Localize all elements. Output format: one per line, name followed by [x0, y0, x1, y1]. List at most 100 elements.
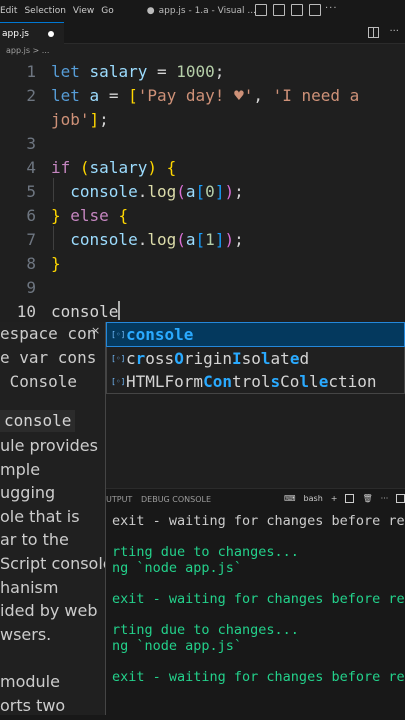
code-line[interactable]: 3	[0, 132, 405, 156]
suggestion-item[interactable]: [◦] console	[106, 322, 405, 347]
editor-actions: ···	[368, 27, 399, 38]
code-token: (	[176, 182, 186, 201]
code-token: }	[51, 254, 61, 273]
code-token: ]	[89, 110, 100, 129]
code-token: console	[70, 182, 138, 201]
code-token: 'I need a	[272, 86, 360, 105]
close-icon[interactable]: ×	[91, 324, 100, 337]
more-actions-icon[interactable]: ···	[389, 27, 399, 38]
customize-layout-icon[interactable]	[309, 4, 321, 16]
terminal-line: exit - waiting for changes before rest	[112, 669, 405, 685]
terminal-line: ng `node app.js`	[112, 559, 243, 576]
suggestion-item[interactable]: [◦] HTMLFormControlsCollection	[107, 370, 404, 393]
code-token: 1000	[176, 62, 215, 81]
suggestion-label-part: r	[135, 348, 146, 368]
suggestion-label-part: s	[270, 372, 281, 391]
tab-app-js[interactable]: app.js	[0, 22, 64, 44]
suggestion-item[interactable]: [◦] crossOriginIsolated	[107, 347, 404, 370]
suggestion-label: HTMLFormControlsCollection	[126, 370, 377, 393]
split-terminal-icon[interactable]	[345, 494, 355, 503]
more-icon[interactable]: ···	[325, 3, 338, 14]
terminal-icon: ⌨	[284, 494, 296, 503]
details-signature-line: e var cons	[0, 348, 97, 367]
code-text: console	[51, 300, 121, 324]
code-token: salary	[89, 158, 148, 177]
suggestion-label: console	[126, 323, 193, 346]
code-token: ;	[234, 182, 244, 201]
code-line[interactable]: 4 if (salary) {	[0, 156, 405, 180]
tab-debug-console[interactable]: DEBUG CONSOLE	[141, 495, 211, 504]
toggle-secondary-sidebar-icon[interactable]	[291, 4, 303, 16]
menu-go[interactable]: Go	[101, 6, 120, 16]
code-token: a	[185, 230, 196, 249]
line-number: 8	[26, 254, 36, 273]
code-token: .	[137, 230, 148, 249]
code-text: console.log(a[1]);	[51, 228, 244, 252]
code-token: let	[51, 62, 80, 81]
unsaved-dot-icon[interactable]	[48, 31, 54, 37]
suggestion-label-part: e	[289, 348, 300, 368]
code-token: job'	[51, 110, 90, 129]
variable-icon: [◦]	[111, 330, 126, 339]
suggestion-label-part: O	[174, 348, 184, 368]
suggestion-label-part: so	[241, 348, 261, 368]
more-icon[interactable]: ···	[381, 494, 389, 503]
menu-selection[interactable]: Selection	[24, 6, 72, 16]
toggle-panel-icon[interactable]	[273, 4, 285, 16]
code-line[interactable]: 2 let a = ['Pay day! ♥', 'I need a	[0, 84, 405, 108]
suggestion-label-part: trol	[231, 372, 271, 391]
code-text: if (salary) {	[51, 156, 176, 180]
suggestion-label-part: Con	[203, 372, 232, 391]
code-token: (	[79, 158, 90, 177]
code-token: console	[70, 230, 138, 249]
code-line[interactable]: 10 console	[0, 300, 405, 324]
suggestion-label-part: l	[309, 372, 319, 391]
window-title-text: app.js - 1.a - Visual ...	[158, 6, 256, 16]
code-token: [	[128, 86, 138, 105]
code-token: {	[118, 206, 129, 225]
suggestion-label: crossOriginIsolated	[126, 347, 309, 370]
tab-output[interactable]: UTPUT	[106, 495, 132, 504]
code-line[interactable]: 8}	[0, 252, 405, 276]
line-number: 5	[26, 182, 36, 201]
code-line[interactable]: job'];	[0, 108, 405, 132]
code-line[interactable]: 9	[0, 276, 405, 300]
code-line[interactable]: 1 let salary = 1000;	[0, 60, 405, 84]
code-token: )	[224, 230, 235, 249]
breadcrumb[interactable]: app.js > ...	[0, 44, 49, 58]
toggle-sidebar-icon[interactable]	[255, 4, 267, 16]
code-token: ]	[214, 182, 225, 201]
menu-edit[interactable]: Edit	[0, 6, 24, 16]
shell-name[interactable]: bash	[304, 494, 323, 503]
code-text: }	[51, 252, 61, 276]
code-token: =	[99, 86, 129, 105]
code-token: [	[195, 182, 206, 201]
split-editor-icon[interactable]	[368, 27, 380, 38]
suggestion-label-part: console	[126, 325, 194, 344]
terminal-line: rting due to changes...	[112, 622, 299, 639]
code-text: job'];	[51, 108, 109, 132]
code-line[interactable]: 5 console.log(a[0]);	[0, 180, 405, 204]
suggest-details-panel: espace con e var cons Console × console …	[0, 322, 106, 720]
menu-view[interactable]: View	[73, 6, 101, 16]
code-token: ;	[234, 230, 244, 249]
window-title: ● app.js - 1.a - Visual ...	[147, 6, 256, 16]
line-number: 2	[26, 86, 36, 105]
line-number: 3	[26, 134, 36, 153]
terminal-line: exit - waiting for changes before rest	[112, 513, 405, 529]
maximize-panel-icon[interactable]	[396, 494, 405, 503]
trash-icon[interactable]: 🗑	[362, 494, 372, 503]
line-number: 9	[26, 278, 36, 297]
new-terminal-icon[interactable]: +	[331, 494, 338, 503]
suggestion-label-part: l	[260, 348, 271, 368]
code-text: let a = ['Pay day! ♥', 'I need a	[51, 84, 359, 108]
bottom-panel: UTPUT DEBUG CONSOLE ⌨ bash + 🗑 ··· exit …	[106, 488, 405, 720]
code-line[interactable]: 6} else {	[0, 204, 405, 228]
code-token: (	[176, 230, 186, 249]
code-line[interactable]: 7 console.log(a[1]);	[0, 228, 405, 252]
code-token: if	[51, 158, 71, 177]
code-token: log	[147, 182, 177, 201]
